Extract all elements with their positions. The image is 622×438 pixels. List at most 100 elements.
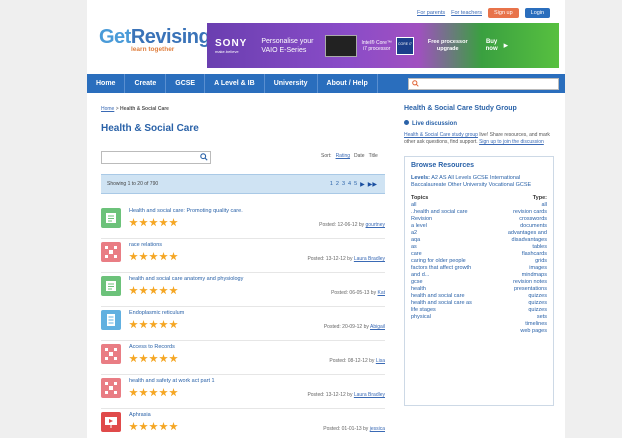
topic-link[interactable]: life stages xyxy=(411,307,478,314)
page-5[interactable]: 5 xyxy=(354,181,357,187)
page-3[interactable]: 3 xyxy=(342,181,345,187)
join-discussion-link[interactable]: Sign up to join the discussion xyxy=(479,139,544,145)
type-link[interactable]: tables xyxy=(478,244,547,251)
type-link[interactable]: revision notes xyxy=(478,279,547,286)
type-link[interactable]: sets xyxy=(478,314,547,321)
type-link[interactable]: quizzes xyxy=(478,293,547,300)
sort-rating[interactable]: Rating xyxy=(336,153,350,159)
level-link[interactable]: Other xyxy=(448,182,463,188)
type-link[interactable]: revision cards xyxy=(478,209,547,216)
author-link[interactable]: Abigail xyxy=(370,324,385,330)
type-link[interactable]: documents xyxy=(478,223,547,230)
list-item[interactable]: Health and social care: Promoting qualit… xyxy=(101,205,385,239)
nav-search-input[interactable] xyxy=(408,77,559,90)
topic-link[interactable]: as xyxy=(411,244,478,251)
next-page-icon[interactable]: ▶ xyxy=(360,181,365,188)
nav-university[interactable]: University xyxy=(265,74,318,93)
topic-link[interactable]: a level xyxy=(411,223,478,230)
type-link[interactable]: web pages xyxy=(478,328,547,335)
star-icon xyxy=(139,286,148,295)
list-item[interactable]: Endoplasmic reticulum Posted: 20-09-12 by… xyxy=(101,307,385,341)
list-item[interactable]: health and social care anatomy and physi… xyxy=(101,273,385,307)
topic-link[interactable]: health xyxy=(411,286,478,293)
author-link[interactable]: Lisa xyxy=(376,358,385,364)
nav-about-help[interactable]: About / Help xyxy=(318,74,378,93)
browse-columns: Topics all ..health and social care Revisio… xyxy=(411,195,547,335)
type-link[interactable]: flashcards xyxy=(478,251,547,258)
browse-resources-panel: Browse Resources Levels: A2 AS All Level… xyxy=(404,156,554,406)
sort-date[interactable]: Date xyxy=(354,153,365,159)
level-link[interactable]: Vocational GCSE xyxy=(489,182,532,188)
topic-link[interactable]: care xyxy=(411,251,478,258)
sony-ad-banner[interactable]: SONY make.believe Personalise your VAIO … xyxy=(207,23,559,68)
sort-title[interactable]: Title xyxy=(369,153,378,159)
level-link[interactable]: AS xyxy=(439,175,448,181)
page-1[interactable]: 1 xyxy=(330,181,333,187)
resource-title[interactable]: Aphrasia xyxy=(129,412,151,418)
resource-title[interactable]: Access to Records xyxy=(129,344,175,350)
topic-link[interactable]: a2 xyxy=(411,230,478,237)
author-link[interactable]: Kat xyxy=(377,290,385,296)
topic-link[interactable]: ..health and social care xyxy=(411,209,478,216)
for-parents-link[interactable]: For parents xyxy=(417,10,445,16)
search-icon[interactable] xyxy=(200,153,208,163)
star-icon xyxy=(149,218,158,227)
type-link[interactable]: mindmaps xyxy=(478,272,547,279)
signup-button[interactable]: Sign up xyxy=(488,8,519,18)
for-teachers-link[interactable]: For teachers xyxy=(451,10,482,16)
level-link[interactable]: A2 xyxy=(431,175,439,181)
type-link[interactable]: quizzes xyxy=(478,307,547,314)
list-item[interactable]: health and safety at work act part 1 Post… xyxy=(101,375,385,409)
type-link[interactable]: all xyxy=(478,202,547,209)
level-link[interactable]: University xyxy=(463,182,489,188)
login-button[interactable]: Login xyxy=(524,8,551,18)
resource-title[interactable]: race relations xyxy=(129,242,162,248)
ad-buy-now[interactable]: Buy now xyxy=(486,39,498,53)
nav-home[interactable]: Home xyxy=(87,74,126,93)
topic-link[interactable]: caring for older people xyxy=(411,258,478,265)
star-icon xyxy=(169,422,178,431)
list-item[interactable]: Aphrasia Posted: 01-01-13 by jessica xyxy=(101,409,385,438)
page-4[interactable]: 4 xyxy=(348,181,351,187)
posted-date: Posted: 13-12-12 by xyxy=(307,392,354,398)
author-link[interactable]: Laura Bradley xyxy=(354,256,385,262)
topic-link[interactable]: health and social care xyxy=(411,293,478,300)
type-link[interactable]: crosswords xyxy=(478,216,547,223)
study-group-link[interactable]: Health & Social Care study group xyxy=(404,132,478,138)
resource-title[interactable]: Endoplasmic reticulum xyxy=(129,310,184,316)
type-link[interactable]: quizzes xyxy=(478,300,547,307)
topic-link[interactable]: Revision xyxy=(411,216,478,223)
topic-link[interactable]: physical xyxy=(411,314,478,321)
topic-link[interactable]: all xyxy=(411,202,478,209)
nav-gcse[interactable]: GCSE xyxy=(166,74,206,93)
type-link[interactable]: timelines xyxy=(478,321,547,328)
nav-create[interactable]: Create xyxy=(125,74,167,93)
type-link[interactable]: grids xyxy=(478,258,547,265)
resource-title[interactable]: health and social care anatomy and physi… xyxy=(129,276,243,282)
page-2[interactable]: 2 xyxy=(336,181,339,187)
topic-link[interactable]: factors that affect growth and d... xyxy=(411,265,478,279)
level-link[interactable]: All Levels xyxy=(448,175,473,181)
type-link[interactable]: images xyxy=(478,265,547,272)
site-logo[interactable]: GetRevising learn together xyxy=(99,26,211,53)
topic-link[interactable]: health and social care as xyxy=(411,300,478,307)
type-link[interactable]: presentations xyxy=(478,286,547,293)
ad-intel-line1: Intel® Core™ xyxy=(361,39,392,46)
nav-a-level-ib[interactable]: A Level & IB xyxy=(205,74,265,93)
resource-title[interactable]: Health and social care: Promoting qualit… xyxy=(129,208,243,214)
type-link[interactable]: advantages and disadvantages xyxy=(478,230,547,244)
topic-link[interactable]: gcse xyxy=(411,279,478,286)
topic-link[interactable]: aqa xyxy=(411,237,478,244)
last-page-icon[interactable]: ▶▶ xyxy=(368,181,377,188)
author-link[interactable]: Laura Bradley xyxy=(354,392,385,398)
resource-search-input[interactable] xyxy=(101,151,211,164)
breadcrumb-home[interactable]: Home xyxy=(101,106,114,112)
page-title: Health & Social Care xyxy=(101,123,199,134)
author-link[interactable]: jessica xyxy=(370,426,385,432)
level-link[interactable]: GCSE xyxy=(473,175,490,181)
resource-title[interactable]: health and safety at work act part 1 xyxy=(129,378,215,384)
ad-offer-line1: Free processor xyxy=(427,38,468,45)
list-item[interactable]: race relations Posted: 13-12-12 by Laura … xyxy=(101,239,385,273)
list-item[interactable]: Access to Records Posted: 08-12-12 by Lis… xyxy=(101,341,385,375)
author-link[interactable]: gourtney xyxy=(366,222,385,228)
